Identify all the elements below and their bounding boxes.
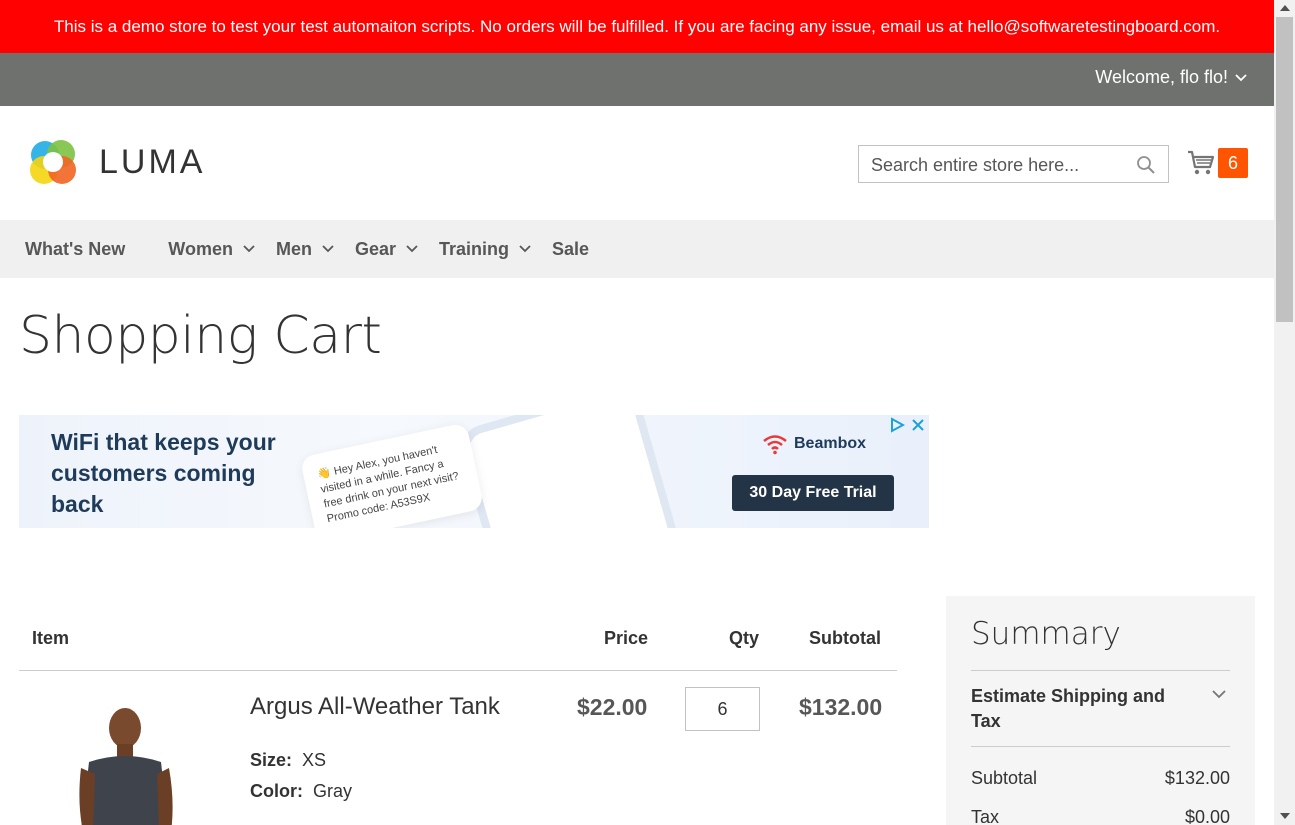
item-subtotal: $132.00 [799,694,883,720]
demo-banner-text: This is a demo store to test your test a… [53,17,1221,36]
summary-row-label: Tax [971,807,1000,825]
search-box [858,145,1169,184]
page: This is a demo store to test your test a… [0,0,1274,825]
qty-input[interactable] [685,687,760,731]
summary-row-value: $0.00 [1184,807,1230,825]
nav-item-label: Gear [354,238,396,259]
close-icon[interactable] [911,418,925,432]
scrollbar-thumb[interactable] [1276,17,1293,322]
option-label: Size: [250,750,293,770]
nav-item-training[interactable]: Training [439,239,532,260]
welcome-menu[interactable]: Welcome, flo flo! [1095,53,1248,102]
chevron-down-icon [1235,73,1247,81]
welcome-text: Welcome, flo flo! [1095,67,1228,87]
ad-choices-icon[interactable] [889,417,905,433]
ad-message-bubble: 👋 Hey Alex, you haven't visited in a whi… [299,422,485,528]
option-label: Color: [250,781,303,801]
summary-row-subtotal: Subtotal $132.00 [971,768,1230,789]
scroll-down-arrow-icon[interactable] [1280,813,1290,819]
table-divider [19,670,897,671]
cart-count-badge: 6 [1218,148,1248,178]
estimate-shipping-toggle[interactable]: Estimate Shipping and Tax [971,684,1171,734]
nav-item-gear[interactable]: Gear [355,239,419,260]
search-icon[interactable] [1136,155,1156,175]
chevron-down-icon [519,245,531,253]
cart-summary: Summary Estimate Shipping and Tax Subtot… [946,596,1255,825]
nav-item-sale[interactable]: Sale [552,239,589,260]
nav-item-label: Men [275,238,312,259]
chevron-down-icon [322,245,334,253]
logo-text: LUMA [99,142,206,181]
option-value: XS [302,750,327,770]
minicart[interactable]: 6 [1187,148,1248,178]
nav-item-label: Women [168,238,233,259]
vertical-scrollbar[interactable] [1274,0,1295,825]
shopping-cart-icon [1188,150,1215,175]
page-title: Shopping Cart [19,306,382,366]
product-option-color: Color: Gray [250,781,352,802]
chevron-down-icon [243,245,255,253]
summary-row-value: $132.00 [1164,768,1230,788]
summary-divider [971,746,1230,747]
column-header-price: Price [604,628,649,648]
nav-item-label: Sale [552,238,590,259]
ad-choices [889,417,925,433]
top-bar: Welcome, flo flo! [0,53,1274,106]
ad-headline: WiFi that keeps your customers coming ba… [51,429,276,517]
luma-logo-icon [30,140,76,184]
advertisement-banner[interactable]: WiFi that keeps your customers coming ba… [19,415,929,528]
luma-logo[interactable]: LUMA [25,134,205,190]
product-image[interactable] [59,692,199,825]
summary-title: Summary [971,616,1121,652]
nav-item-whats-new[interactable]: What's New [25,239,125,260]
column-header-item: Item [32,628,70,648]
site-header: LUMA 6 [0,106,1274,220]
ad-free-trial-button[interactable]: 30 Day Free Trial [732,475,894,511]
chevron-down-icon[interactable] [1211,688,1227,700]
ad-brand-name: Beambox [794,435,867,452]
item-price: $22.00 [577,694,648,720]
product-option-size: Size: XS [250,750,326,771]
summary-row-tax: Tax $0.00 [971,807,1230,825]
summary-row-label: Subtotal [971,768,1038,788]
search-input[interactable] [859,146,1133,184]
ad-brand: Beambox [762,433,866,455]
chevron-down-icon [406,245,418,253]
column-header-subtotal: Subtotal [809,628,881,648]
nav-item-men[interactable]: Men [276,239,335,260]
main-navigation: What's New Women Men Gear Training Sale [0,220,1274,278]
column-header-qty: Qty [729,628,760,648]
nav-item-label: Training [439,238,510,259]
option-value: Gray [313,781,353,801]
demo-store-banner: This is a demo store to test your test a… [0,0,1274,53]
wifi-icon [763,435,787,455]
ad-phone-illustration [454,415,686,528]
scroll-up-arrow-icon[interactable] [1280,5,1290,11]
product-name-link[interactable]: Argus All-Weather Tank [250,693,500,721]
nav-item-women[interactable]: Women [168,239,256,260]
summary-divider [971,670,1230,671]
nav-item-label: What's New [25,238,126,259]
